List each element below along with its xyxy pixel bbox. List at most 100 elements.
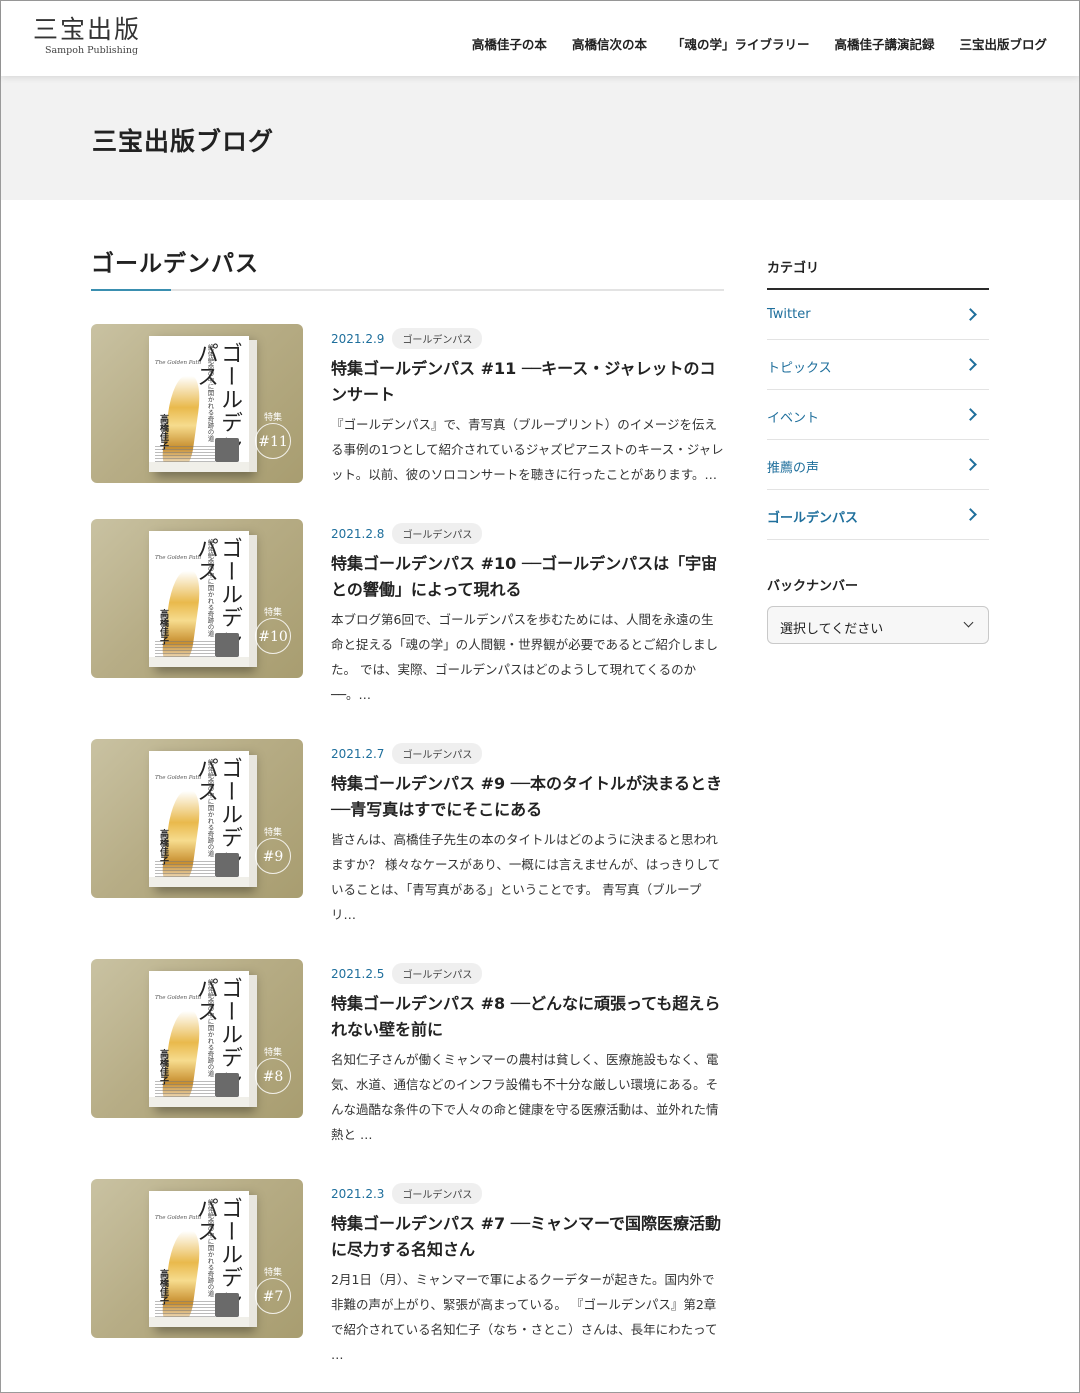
post-meta: 2021.2.7 ゴールデンパス: [331, 743, 483, 764]
logo-main-text: 三宝出版: [33, 15, 142, 44]
book-cover-author: 高橋佳子: [158, 1269, 168, 1305]
nav-item-shinji-books[interactable]: 高橋信次の本: [572, 34, 647, 53]
post-excerpt: 名知仁子さんが働くミャンマーの農村は貧しく、医療施設もなく、電気、水道、通信など…: [331, 1052, 719, 1142]
post-meta: 2021.2.9 ゴールデンパス: [331, 328, 483, 349]
post-excerpt: 2月1日（月）、ミャンマーで軍によるクーデターが起きた。国内外で非難の声が上がり…: [331, 1272, 718, 1362]
post-excerpt: 皆さんは、高橋佳子先生の本のタイトルはどのように決まると思われますか？ 様々なケ…: [331, 832, 721, 922]
logo-sub-text: Sampoh Publishing: [45, 45, 139, 56]
main-nav: 高橋佳子の本 高橋信次の本 「魂の学」ライブラリー 高橋佳子講演記録 三宝出版ブ…: [447, 34, 1047, 53]
book-cover: ゴールデンパス 絶体絶命の中に開かれる奇跡の道 The Golden Path …: [149, 1191, 257, 1327]
feature-badge-label: 特集: [263, 828, 282, 838]
nav-item-blog[interactable]: 三宝出版ブログ: [959, 34, 1047, 53]
post-date: 2021.2.8: [331, 526, 385, 541]
sidebar-item-events[interactable]: イベント: [767, 390, 989, 440]
nav-item-keiko-books[interactable]: 高橋佳子の本: [472, 34, 547, 53]
feature-badge: 特集 #11: [255, 413, 291, 459]
sidebar-item-label: Twitter: [767, 307, 811, 322]
page-title: 三宝出版ブログ: [92, 127, 275, 156]
feature-badge: 特集 #10: [255, 608, 291, 654]
post-thumbnail[interactable]: ゴールデンパス 絶体絶命の中に開かれる奇跡の道 The Golden Path …: [91, 519, 303, 678]
feature-badge-label: 特集: [263, 413, 282, 423]
book-cover-subtitle: 絶体絶命の中に開かれる奇跡の道: [206, 539, 214, 637]
author-photo: [215, 853, 239, 877]
book-cover: ゴールデンパス 絶体絶命の中に開かれる奇跡の道 The Golden Path …: [149, 971, 257, 1107]
feature-badge: 特集 #8: [255, 1048, 291, 1094]
sidebar-item-label: トピックス: [767, 361, 832, 376]
book-cover-en-title: The Golden Path: [155, 1215, 202, 1221]
section-divider: [91, 289, 724, 291]
post-category-tag[interactable]: ゴールデンパス: [392, 1183, 483, 1204]
book-cover-author: 高橋佳子: [158, 829, 168, 865]
site-logo[interactable]: 三宝出版 Sampoh Publishing: [33, 15, 141, 57]
book-cover-author: 高橋佳子: [158, 1049, 168, 1085]
chevron-right-icon: [964, 408, 977, 421]
post-meta: 2021.2.3 ゴールデンパス: [331, 1183, 483, 1204]
feature-badge: 特集 #7: [255, 1268, 291, 1314]
post-meta: 2021.2.8 ゴールデンパス: [331, 523, 483, 544]
book-cover-subtitle: 絶体絶命の中に開かれる奇跡の道: [206, 1199, 214, 1297]
post-thumbnail[interactable]: ゴールデンパス 絶体絶命の中に開かれる奇跡の道 The Golden Path …: [91, 739, 303, 898]
post-date: 2021.2.9: [331, 331, 385, 346]
post-excerpt: 『ゴールデンパス』で、青写真（ブループリント）のイメージを伝える事例の1つとして…: [331, 417, 724, 482]
book-cover: ゴールデンパス 絶体絶命の中に開かれる奇跡の道 The Golden Path …: [149, 336, 257, 472]
post-title[interactable]: 特集ゴールデンパス #10 ──ゴールデンパスは「宇宙との響働」によって現れる: [331, 551, 724, 603]
feature-badge-number: #9: [262, 849, 284, 865]
sidebar-item-label: イベント: [767, 411, 820, 426]
post-thumbnail[interactable]: ゴールデンパス 絶体絶命の中に開かれる奇跡の道 The Golden Path …: [91, 324, 303, 483]
post-date: 2021.2.5: [331, 966, 385, 981]
book-cover-author: 高橋佳子: [158, 609, 168, 645]
post-category-tag[interactable]: ゴールデンパス: [392, 328, 483, 349]
sidebar-item-golden-path[interactable]: ゴールデンパス: [767, 490, 989, 540]
post-category-tag[interactable]: ゴールデンパス: [392, 963, 483, 984]
book-cover-en-title: The Golden Path: [155, 555, 202, 561]
post-category-tag[interactable]: ゴールデンパス: [392, 523, 483, 544]
page-banner: 三宝出版ブログ: [1, 76, 1079, 200]
book-cover-en-title: The Golden Path: [155, 775, 202, 781]
section-title: ゴールデンパス: [91, 251, 259, 277]
book-cover-subtitle: 絶体絶命の中に開かれる奇跡の道: [206, 344, 214, 442]
chevron-down-icon: [963, 617, 974, 628]
post-title[interactable]: 特集ゴールデンパス #11 ──キース・ジャレットのコンサート: [331, 356, 724, 408]
archive-select[interactable]: 選択してください: [767, 606, 989, 644]
sidebar-item-recommendations[interactable]: 推薦の声: [767, 440, 989, 490]
post-category-tag[interactable]: ゴールデンパス: [392, 743, 483, 764]
sidebar-item-topics[interactable]: トピックス: [767, 340, 989, 390]
archive-select-value: 選択してください: [780, 622, 884, 637]
book-cover-en-title: The Golden Path: [155, 360, 202, 366]
sidebar-archive-heading: バックナンバー: [767, 579, 859, 594]
chevron-right-icon: [964, 508, 977, 521]
author-photo: [215, 1073, 239, 1097]
feature-badge-label: 特集: [263, 608, 282, 618]
feature-badge: 特集 #9: [255, 828, 291, 874]
sidebar-item-label: ゴールデンパス: [767, 511, 859, 526]
section-divider-accent: [91, 289, 171, 291]
book-cover: ゴールデンパス 絶体絶命の中に開かれる奇跡の道 The Golden Path …: [149, 531, 257, 667]
post-meta: 2021.2.5 ゴールデンパス: [331, 963, 483, 984]
sidebar-item-twitter[interactable]: Twitter: [767, 290, 989, 340]
post-excerpt: 本ブログ第6回で、ゴールデンパスを歩むためには、人間を永遠の生命と捉える「魂の学…: [331, 612, 719, 702]
feature-badge-number: #11: [258, 434, 288, 450]
feature-badge-number: #10: [258, 629, 288, 645]
author-photo: [215, 633, 239, 657]
book-cover-subtitle: 絶体絶命の中に開かれる奇跡の道: [206, 759, 214, 857]
author-photo: [215, 1293, 239, 1317]
feature-badge-label: 特集: [263, 1268, 282, 1278]
nav-item-lectures[interactable]: 高橋佳子講演記録: [834, 34, 934, 53]
post-title[interactable]: 特集ゴールデンパス #9 ──本のタイトルが決まるとき──青写真はすでにそこにあ…: [331, 771, 724, 823]
post-title[interactable]: 特集ゴールデンパス #8 ──どんなに頑張っても超えられない壁を前に: [331, 991, 724, 1043]
book-cover-author: 高橋佳子: [158, 414, 168, 450]
book-cover-en-title: The Golden Path: [155, 995, 202, 1001]
sidebar-category-heading: カテゴリ: [767, 261, 820, 276]
post-thumbnail[interactable]: ゴールデンパス 絶体絶命の中に開かれる奇跡の道 The Golden Path …: [91, 959, 303, 1118]
chevron-right-icon: [964, 308, 977, 321]
chevron-right-icon: [964, 358, 977, 371]
nav-item-library[interactable]: 「魂の学」ライブラリー: [672, 34, 810, 53]
author-photo: [215, 438, 239, 462]
feature-badge-label: 特集: [263, 1048, 282, 1058]
chevron-right-icon: [964, 458, 977, 471]
post-date: 2021.2.3: [331, 1186, 385, 1201]
post-title[interactable]: 特集ゴールデンパス #7 ──ミャンマーで国際医療活動に尽力する名知さん: [331, 1211, 724, 1263]
sidebar-item-label: 推薦の声: [767, 461, 820, 476]
book-cover: ゴールデンパス 絶体絶命の中に開かれる奇跡の道 The Golden Path …: [149, 751, 257, 887]
post-thumbnail[interactable]: ゴールデンパス 絶体絶命の中に開かれる奇跡の道 The Golden Path …: [91, 1179, 303, 1338]
